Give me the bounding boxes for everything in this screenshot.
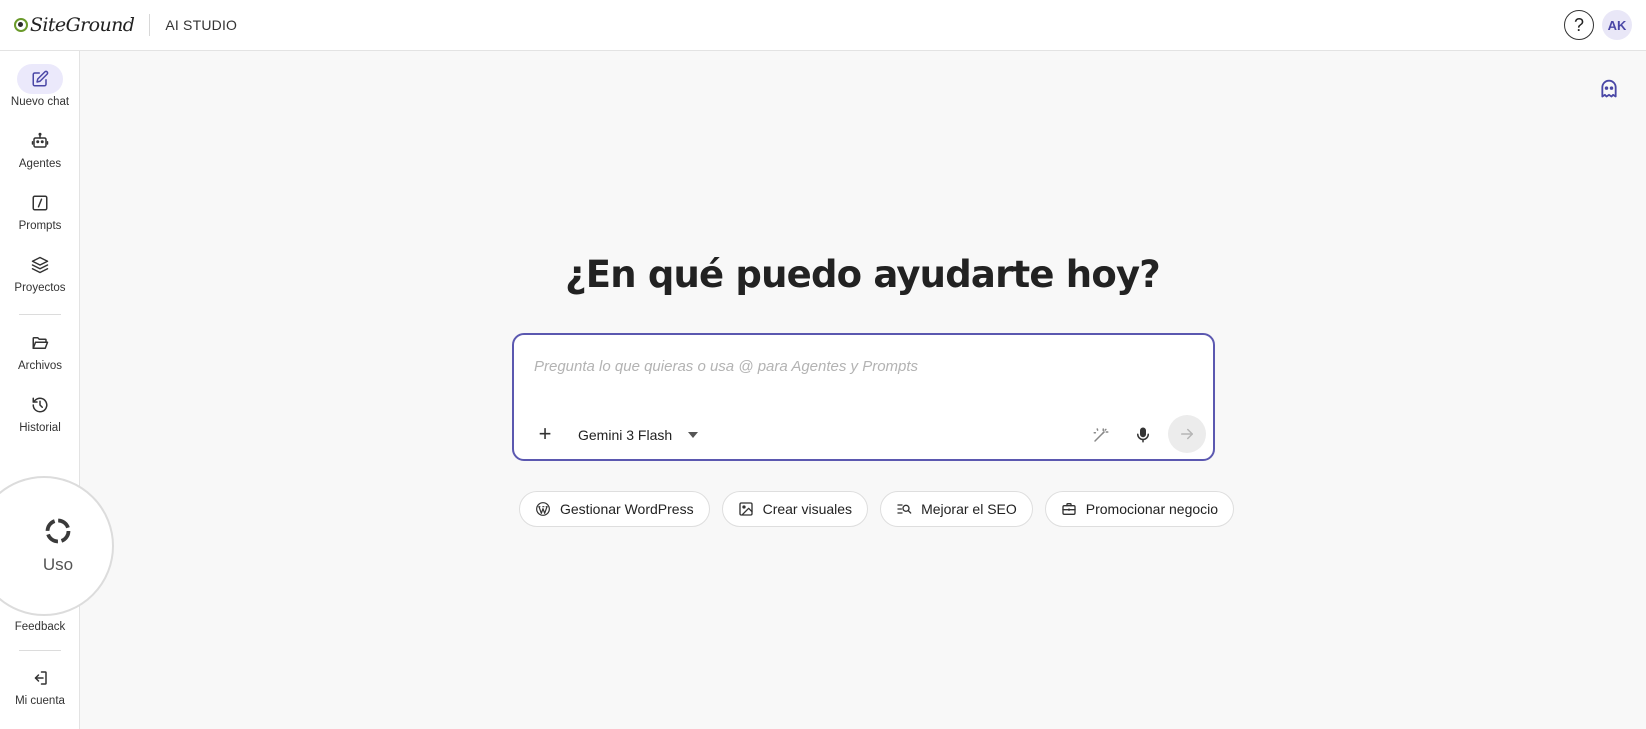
model-name: Gemini 3 Flash [578,427,673,443]
sidebar-divider [19,314,61,315]
slash-square-icon [32,195,48,211]
sidebar-item-projects[interactable]: Proyectos [0,250,80,294]
magic-wand-icon [1093,428,1109,442]
usage-ring-icon [45,518,71,544]
sidebar-item-label: Prompts [18,220,62,232]
sidebar-item-account[interactable]: Mi cuenta [0,663,80,707]
chat-composer: + Gemini 3 Flash [512,333,1215,461]
chip-label: Crear visuales [762,501,853,517]
top-header: SiteGround AI STUDIO ? AK [0,0,1646,51]
briefcase-icon [1062,503,1076,515]
wordpress-icon [536,502,550,516]
sidebar-item-label: Mi cuenta [15,695,65,707]
caret-down-icon [688,432,699,438]
folder-open-icon [32,337,49,349]
header-divider [149,14,151,36]
sidebar-divider [19,650,61,651]
enhance-prompt-button[interactable] [1087,421,1115,449]
sidebar-item-label: Feedback [14,621,66,633]
sidebar-item-label: Archivos [17,360,63,372]
edit-icon [32,70,49,87]
ghost-icon [1601,79,1617,98]
send-button[interactable] [1168,415,1206,453]
sidebar-item-label: Nuevo chat [10,96,70,108]
sidebar-item-new-chat[interactable]: Nuevo chat [0,64,80,108]
sidebar-item-agents[interactable]: Agentes [0,126,80,170]
page-title: ¿En qué puedo ayudarte hoy? [565,253,1161,296]
plus-icon: + [538,421,552,446]
suggestion-chips: Gestionar WordPress Crear visuales Mejor… [519,491,1235,527]
sidebar-item-label: Proyectos [14,282,66,294]
sidebar-item-history[interactable]: Historial [0,390,80,434]
usage-label: Uso [42,555,74,574]
incognito-chat-button[interactable] [1598,78,1620,100]
suggestion-chip-wordpress[interactable]: Gestionar WordPress [519,491,710,527]
header-actions: ? AK [1564,10,1632,40]
user-avatar[interactable]: AK [1602,10,1632,40]
suggestion-chip-visuals[interactable]: Crear visuales [721,491,869,527]
history-icon [32,397,48,413]
logo-text: SiteGround [30,14,135,36]
logo-mark-icon [14,18,28,32]
image-icon [738,502,753,516]
microphone-icon [1137,427,1149,443]
search-list-icon [897,504,912,514]
sidebar-item-files[interactable]: Archivos [0,328,80,372]
sign-out-icon [34,671,47,685]
help-button[interactable]: ? [1564,10,1594,40]
sidebar-item-feedback[interactable]: Feedback [0,619,80,633]
sidebar: Nuevo chat Agentes Prompts Proyectos Arc… [0,51,80,729]
suggestion-chip-seo[interactable]: Mejorar el SEO [880,491,1033,527]
usage-button[interactable]: Uso [0,476,114,616]
question-icon: ? [1573,14,1584,35]
sidebar-item-label: Agentes [18,158,62,170]
chip-label: Promocionar negocio [1085,501,1219,517]
robot-icon [31,132,49,148]
model-selector[interactable]: Gemini 3 Flash [578,423,699,447]
voice-input-button[interactable] [1129,421,1157,449]
suggestion-chip-promote[interactable]: Promocionar negocio [1044,491,1235,527]
chip-label: Gestionar WordPress [560,501,694,517]
attach-button[interactable]: + [532,421,558,447]
chat-input[interactable] [534,353,1194,379]
product-name: AI STUDIO [165,17,238,33]
siteground-logo[interactable]: SiteGround [14,0,135,51]
sidebar-item-label: Historial [19,422,61,434]
chip-label: Mejorar el SEO [921,501,1017,517]
arrow-right-icon [1181,428,1193,440]
layers-icon [31,256,49,274]
sidebar-item-prompts[interactable]: Prompts [0,188,80,232]
